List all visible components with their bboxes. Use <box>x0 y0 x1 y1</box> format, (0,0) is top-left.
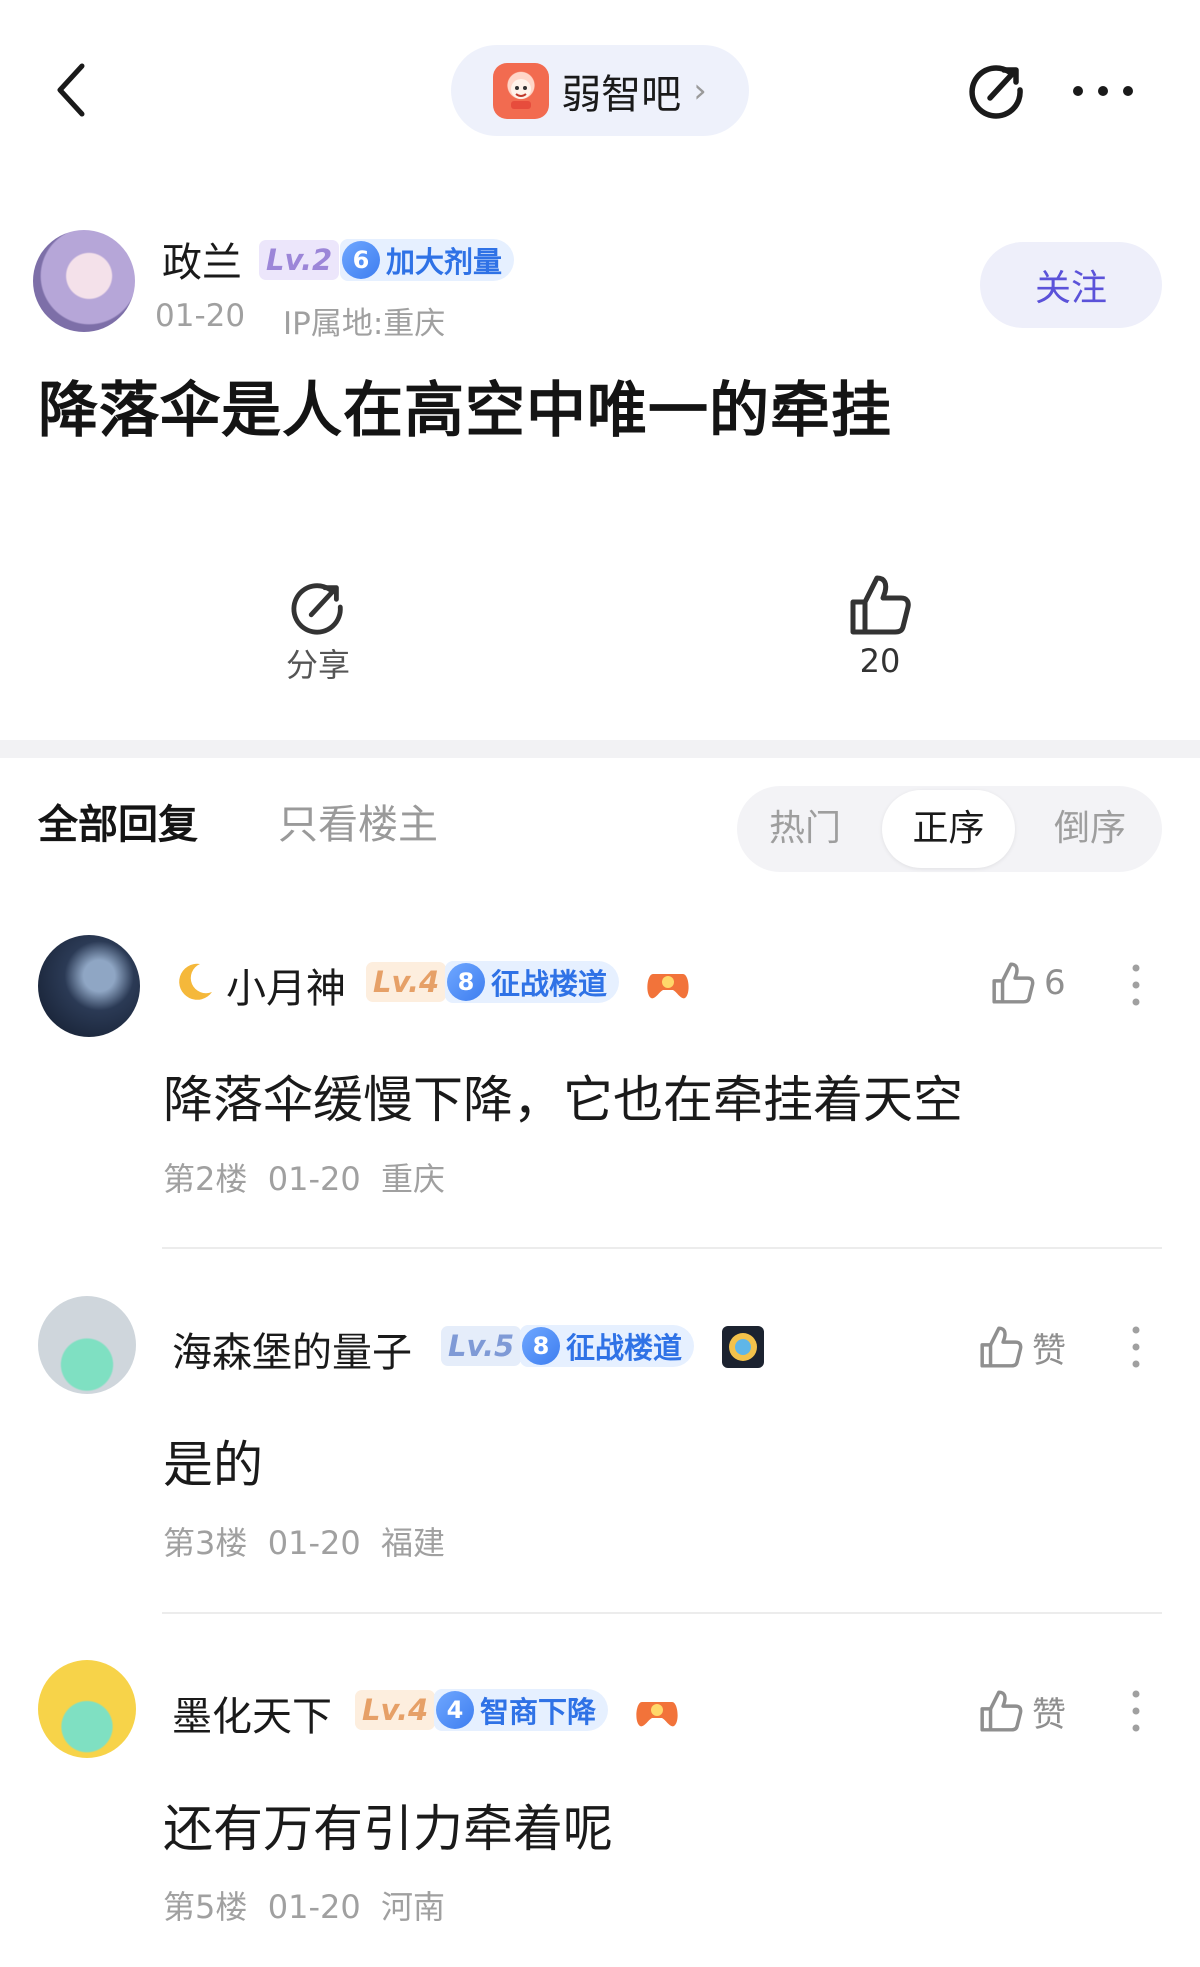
share-action[interactable]: 分享 <box>270 578 366 688</box>
reply-divider <box>162 1612 1162 1614</box>
more-button[interactable] <box>1070 78 1136 104</box>
level-badge: Lv.5 <box>441 1326 522 1366</box>
thumbs-up-icon <box>850 575 911 635</box>
share-icon <box>969 65 1023 119</box>
more-icon <box>1073 86 1133 96</box>
post-date: 01-20 <box>155 298 246 334</box>
sort-descending[interactable]: 倒序 <box>1035 786 1145 872</box>
reply-name[interactable]: 小月神 <box>226 956 346 1014</box>
thumbs-up-icon <box>992 962 1035 1004</box>
tab-op-only[interactable]: 只看楼主 <box>278 792 438 850</box>
badge-level: 4 <box>436 1691 474 1729</box>
badge-text: 征战楼道 <box>566 1331 683 1365</box>
section-divider <box>0 740 1200 758</box>
title-badge: 4 智商下降 <box>434 1689 609 1731</box>
reply-location: 福建 <box>381 1524 446 1562</box>
level-badge: Lv.4 <box>366 962 447 1002</box>
reply-like-button[interactable]: 6 <box>990 958 1080 1008</box>
like-count: 20 <box>859 642 901 680</box>
badge-level: 8 <box>447 963 485 1001</box>
reply-location: 河南 <box>381 1888 446 1926</box>
reply-floor: 第5楼 <box>163 1888 248 1926</box>
reply-location: 重庆 <box>381 1160 446 1198</box>
like-action[interactable]: 20 <box>830 572 930 688</box>
share-button[interactable] <box>966 60 1028 122</box>
level-badge: Lv.2 <box>259 240 340 280</box>
sort-ascending[interactable]: 正序 <box>882 786 1015 872</box>
reply-content: 还有万有引力牵着呢 <box>163 1800 613 1858</box>
author-avatar[interactable] <box>33 230 135 332</box>
reply-date: 01-20 <box>267 1160 361 1198</box>
more-vertical-icon <box>1132 1326 1140 1368</box>
gamepad-icon <box>645 964 691 1004</box>
badge-text: 征战楼道 <box>491 967 608 1001</box>
reply-name[interactable]: 墨化天下 <box>172 1684 332 1742</box>
reply-like-count: 赞 <box>1032 1330 1066 1371</box>
chevron-right-icon: › <box>693 70 707 111</box>
forum-logo <box>493 62 550 119</box>
title-badge: 6 加大剂量 <box>340 239 515 281</box>
thumbs-up-icon <box>980 1326 1023 1368</box>
reply-meta: 第3楼 01-20 福建 <box>163 1518 445 1564</box>
badge-text: 加大剂量 <box>386 245 503 279</box>
sort-hot[interactable]: 热门 <box>750 786 860 872</box>
reply-divider <box>162 1247 1162 1249</box>
tab-all-replies[interactable]: 全部回复 <box>38 792 198 850</box>
forum-link[interactable]: 弱智吧 › <box>451 45 749 136</box>
post-ip: IP属地:重庆 <box>283 306 446 342</box>
reply-avatar[interactable] <box>38 935 140 1037</box>
post-title: 降落伞是人在高空中唯一的牵挂 <box>38 376 892 446</box>
reply-floor: 第2楼 <box>163 1160 248 1198</box>
share-label: 分享 <box>285 646 350 684</box>
thumbs-up-icon <box>980 1690 1023 1732</box>
more-options-button[interactable] <box>1126 1688 1146 1734</box>
level-badge: Lv.4 <box>355 1690 436 1730</box>
medal-icon <box>720 1324 766 1370</box>
chevron-left-icon <box>57 63 85 117</box>
back-button[interactable] <box>48 60 98 120</box>
badge-level: 8 <box>522 1327 560 1365</box>
reply-content: 降落伞缓慢下降，它也在牵挂着天空 <box>163 1071 963 1129</box>
reply-date: 01-20 <box>267 1888 361 1926</box>
reply-like-button[interactable]: 赞 <box>978 1322 1088 1372</box>
badge-level: 6 <box>342 241 380 279</box>
reply-avatar[interactable] <box>38 1296 136 1394</box>
follow-button[interactable]: 关注 <box>980 242 1162 328</box>
reply-meta: 第2楼 01-20 重庆 <box>163 1154 445 1200</box>
more-options-button[interactable] <box>1126 962 1146 1008</box>
reply-content: 是的 <box>163 1436 263 1494</box>
reply-avatar[interactable] <box>38 1660 136 1758</box>
reply-date: 01-20 <box>267 1524 361 1562</box>
more-vertical-icon <box>1132 1690 1140 1732</box>
moon-icon <box>170 958 218 1006</box>
reply-name[interactable]: 海森堡的量子 <box>172 1320 412 1378</box>
reply-like-count: 6 <box>1044 963 1066 1003</box>
more-vertical-icon <box>1132 964 1140 1006</box>
forum-name: 弱智吧 <box>561 71 682 118</box>
reply-like-button[interactable]: 赞 <box>978 1686 1088 1736</box>
reply-like-count: 赞 <box>1032 1694 1066 1735</box>
reply-floor: 第3楼 <box>163 1524 248 1562</box>
gamepad-icon <box>634 1692 680 1732</box>
title-badge: 8 征战楼道 <box>520 1325 695 1367</box>
badge-text: 智商下降 <box>480 1695 597 1729</box>
more-options-button[interactable] <box>1126 1324 1146 1370</box>
author-name[interactable]: 政兰 <box>162 230 242 288</box>
share-icon <box>291 583 343 635</box>
title-badge: 8 征战楼道 <box>445 961 620 1003</box>
reply-meta: 第5楼 01-20 河南 <box>163 1882 445 1928</box>
